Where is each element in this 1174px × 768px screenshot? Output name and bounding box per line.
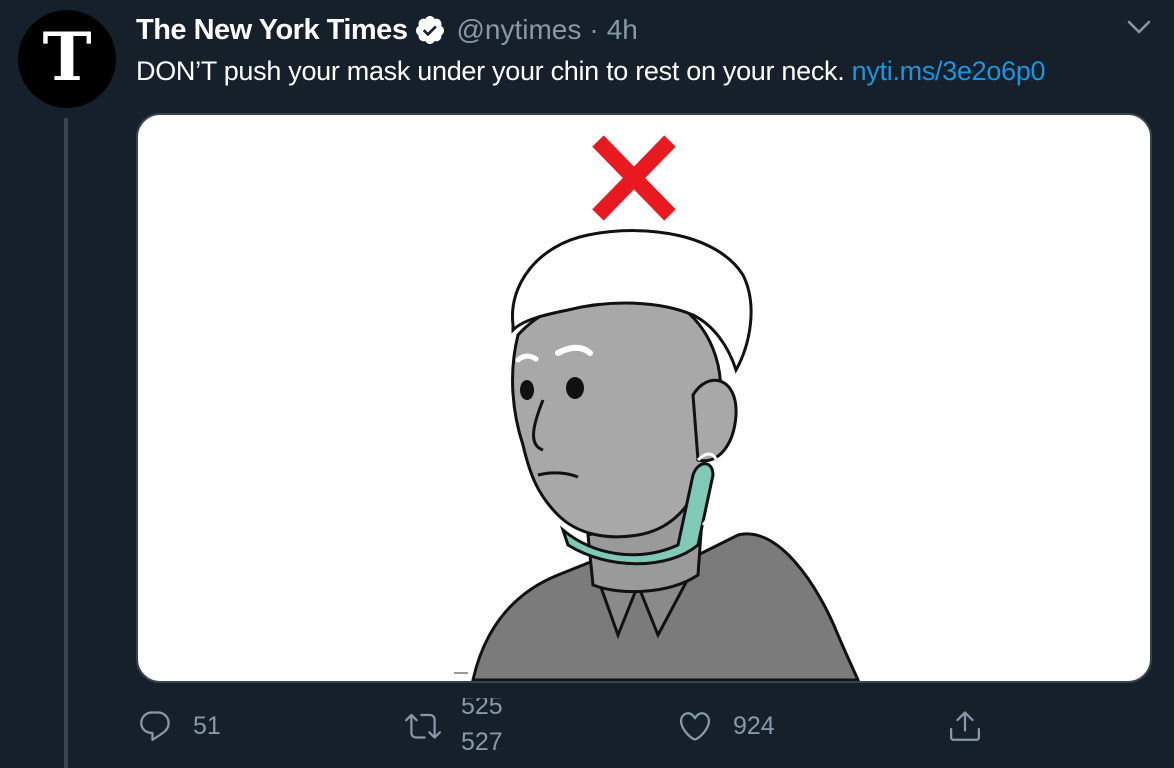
ear xyxy=(691,378,738,463)
reply-count: 51 xyxy=(193,711,221,740)
tweet-image[interactable] xyxy=(136,113,1152,683)
retweet-count-new: 527 xyxy=(461,728,503,754)
red-x-mark xyxy=(592,135,676,221)
tweet-actions: 51 525 527 924 xyxy=(0,698,1174,758)
reply-button[interactable]: 51 xyxy=(137,698,221,754)
tweet-body: DON’T push your mask under your chin to … xyxy=(136,56,852,86)
display-name[interactable]: The New York Times xyxy=(136,14,408,47)
nyt-logo-letter: T xyxy=(42,18,92,96)
share-icon xyxy=(950,711,980,741)
heart-icon xyxy=(679,712,711,741)
retweet-button[interactable]: 525 527 xyxy=(405,698,521,754)
verified-badge-icon xyxy=(416,16,445,44)
retweet-count: 525 527 xyxy=(461,698,521,754)
tweet[interactable]: T The New York Times @nytimes · 4h DON’T… xyxy=(0,0,1174,768)
avatar[interactable]: T xyxy=(18,10,116,108)
tweet-header: The New York Times @nytimes · 4h xyxy=(136,10,638,50)
timestamp[interactable]: 4h xyxy=(607,14,638,46)
retweet-count-old: 525 xyxy=(461,698,503,720)
like-button[interactable]: 924 xyxy=(677,698,775,754)
tweet-text: DON’T push your mask under your chin to … xyxy=(136,56,1046,87)
like-count: 924 xyxy=(733,711,775,740)
tweet-link[interactable]: nyti.ms/3e2o6p0 xyxy=(852,56,1046,86)
share-button[interactable] xyxy=(947,698,983,754)
mask-illustration xyxy=(454,135,861,681)
reply-icon xyxy=(140,711,170,741)
thread-line xyxy=(64,118,68,768)
handle[interactable]: @nytimes xyxy=(456,14,581,46)
chevron-down-icon[interactable] xyxy=(1124,12,1154,42)
retweet-icon xyxy=(405,713,441,739)
separator-dot: · xyxy=(589,14,599,45)
